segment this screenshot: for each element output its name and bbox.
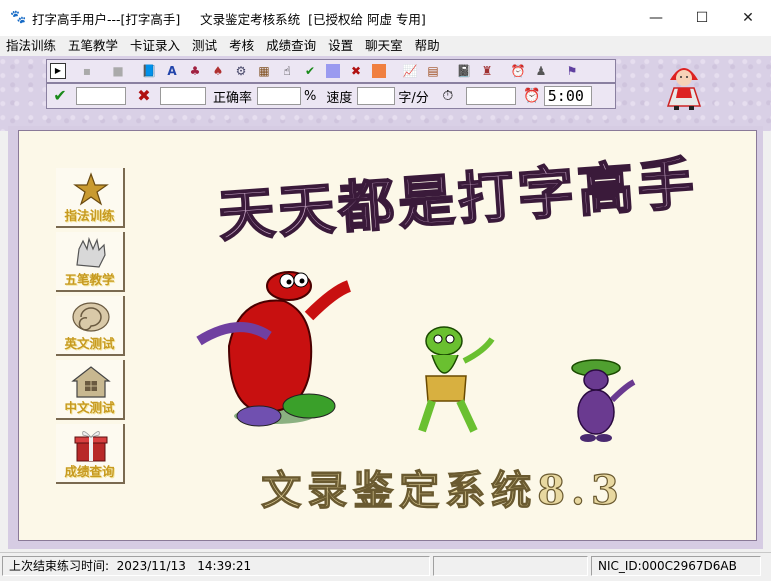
flag-icon[interactable]: ⚑	[562, 62, 582, 80]
alarm-icon[interactable]: ⏰	[508, 62, 528, 80]
welcome-canvas: 指法训练 五笔教学 英文测试 中文测试 成绩查询 天天都是打字高手 文录鉴定系统…	[18, 130, 757, 541]
main-frame: 指法训练 五笔教学 英文测试 中文测试 成绩查询 天天都是打字高手 文录鉴定系统…	[8, 126, 763, 549]
subtitle-text: 文录鉴定系统8.3	[261, 467, 625, 514]
accuracy-label: 正确率	[213, 90, 253, 106]
check-icon[interactable]: ✔	[300, 62, 320, 80]
sidebar-item-wubi[interactable]: 五笔教学	[56, 232, 125, 292]
menu-test[interactable]: 测试	[186, 36, 223, 56]
notebook-icon[interactable]: 📓	[454, 62, 474, 80]
percent-label: %	[304, 88, 317, 104]
menu-bar: 指法训练 五笔教学 卡证录入 测试 考核 成绩查询 设置 聊天室 帮助	[0, 36, 771, 56]
cup-icon[interactable]: ♠	[208, 62, 228, 80]
sidebar-item-label: 指法训练	[64, 208, 115, 223]
title-bar[interactable]: 🐾 打字高手用户---[打字高手] 文录鉴定考核系统 [已授权给 阿虚 专用] …	[0, 0, 771, 36]
last-practice-status: 上次结束练习时间: 2023/11/13 14:39:21	[2, 556, 430, 576]
maximize-button[interactable]: ☐	[679, 0, 725, 36]
pause-icon[interactable]: ▪	[77, 62, 97, 80]
correct-count-field	[76, 87, 126, 105]
font-icon[interactable]: A	[162, 62, 182, 80]
paw-icon: 🐾	[10, 10, 27, 25]
chart-icon[interactable]: 📈	[400, 62, 420, 80]
status-empty-panel	[433, 556, 588, 576]
menu-scores[interactable]: 成绩查询	[260, 36, 322, 56]
film-icon[interactable]: ▦	[254, 62, 274, 80]
book-icon[interactable]: 📘	[139, 62, 159, 80]
red-creature	[196, 271, 352, 427]
main-toolbar: ▶ ▪ ■ 📘 A ♣ ♠ ⚙ ▦ ☝ ✔ ✖ 📈 ▤ 📓 ♜ ⏰ ♟ ⚑	[46, 59, 616, 83]
menu-wubi[interactable]: 五笔教学	[62, 36, 124, 56]
menu-help[interactable]: 帮助	[409, 36, 446, 56]
sidebar-item-label: 五笔教学	[64, 272, 115, 287]
headline-banner: 天天都是打字高手	[215, 153, 700, 251]
timer-alarm-icon: ⏰	[523, 88, 541, 104]
menu-exam[interactable]: 考核	[223, 36, 260, 56]
menu-card-entry[interactable]: 卡证录入	[124, 36, 186, 56]
menu-settings[interactable]: 设置	[322, 36, 359, 56]
headline-text: 天天都是打字高手	[216, 153, 699, 250]
stopwatch-icon: ⏱	[442, 88, 454, 104]
shell-icon	[72, 302, 110, 332]
stop-icon[interactable]: ■	[108, 62, 128, 80]
girl-mascot-icon	[666, 68, 702, 110]
subtitle-banner: 文录鉴定系统8.3	[261, 466, 625, 514]
window-title: 打字高手用户---[打字高手] 文录鉴定考核系统 [已授权给 阿虚 专用]	[32, 11, 426, 27]
ink-icon[interactable]: ♣	[185, 62, 205, 80]
cross-icon[interactable]: ✖	[346, 62, 366, 80]
nic-id-status: NIC_ID:000C2967D6AB	[591, 556, 761, 576]
house-icon	[71, 366, 111, 398]
square-blue-icon[interactable]	[323, 62, 343, 80]
minimize-button[interactable]: —	[633, 0, 679, 36]
star-icon	[73, 172, 109, 206]
sidebar-item-fingering[interactable]: 指法训练	[56, 168, 125, 228]
menu-chatroom[interactable]: 聊天室	[359, 36, 409, 56]
wrong-count-field	[160, 87, 206, 105]
play-icon[interactable]: ▶	[50, 63, 66, 79]
gear-icon[interactable]: ⚙	[231, 62, 251, 80]
robot-icon[interactable]: ♜	[477, 62, 497, 80]
speed-field	[357, 87, 396, 105]
wrong-cross-icon: ✖	[137, 86, 151, 105]
status-bar: 上次结束练习时间: 2023/11/13 14:39:21 NIC_ID:000…	[0, 552, 771, 581]
sidebar-item-scores[interactable]: 成绩查询	[56, 424, 125, 484]
app-window: 🐾 打字高手用户---[打字高手] 文录鉴定考核系统 [已授权给 阿虚 专用] …	[0, 0, 771, 581]
sidebar-item-label: 成绩查询	[64, 464, 115, 479]
accuracy-field	[257, 87, 302, 105]
purple-creature	[571, 359, 636, 442]
close-button[interactable]: ✕	[725, 0, 771, 36]
tool-area: ▶ ▪ ■ 📘 A ♣ ♠ ⚙ ▦ ☝ ✔ ✖ 📈 ▤ 📓 ♜ ⏰ ♟ ⚑ ✔ …	[0, 56, 771, 131]
sidebar-item-chinese-test[interactable]: 中文测试	[56, 360, 125, 420]
square-orange-icon[interactable]	[369, 62, 389, 80]
sidebar-item-label: 中文测试	[64, 400, 115, 415]
time-limit-field[interactable]: 5:00	[543, 86, 592, 106]
glove-icon	[76, 236, 106, 268]
hand-icon[interactable]: ☝	[277, 62, 297, 80]
green-creature	[418, 326, 495, 433]
window-controls: — ☐ ✕	[633, 0, 771, 36]
correct-check-icon: ✔	[53, 86, 67, 105]
gift-icon	[74, 431, 108, 462]
menu-fingering[interactable]: 指法训练	[0, 36, 62, 56]
speed-unit-label: 字/分	[398, 90, 429, 106]
grid-icon[interactable]: ▤	[423, 62, 443, 80]
speed-label: 速度	[326, 90, 353, 106]
elapsed-field	[465, 87, 516, 105]
sidebar-item-label: 英文测试	[64, 336, 115, 351]
sidebar-item-english-test[interactable]: 英文测试	[56, 296, 125, 356]
stats-toolbar: ✔ ✖ 正确率 % 速度 字/分 ⏱ ⏰ 5:00	[46, 83, 616, 109]
user-icon[interactable]: ♟	[531, 62, 551, 80]
